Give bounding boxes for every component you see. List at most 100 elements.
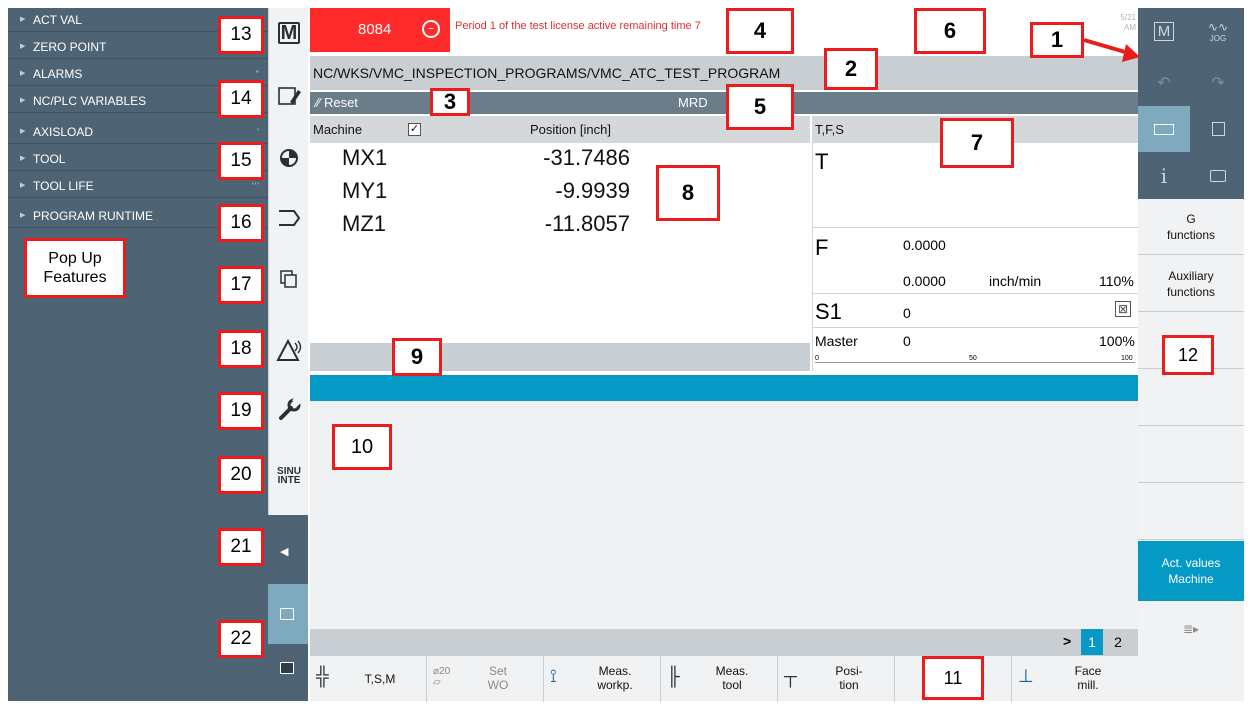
axis-name: MX1 xyxy=(342,145,388,170)
softkey-act-values-machine[interactable]: Act. values Machine xyxy=(1138,541,1244,601)
spindle-label: S1 xyxy=(815,299,842,324)
horizontal-softkeys: ╬ T,S,M ⌀20 ▱ Set WO ⟟ Meas. workp. ╟ Mea… xyxy=(310,655,1138,702)
program-area[interactable] xyxy=(310,401,1138,629)
machine-checkbox[interactable]: ✓ xyxy=(408,123,421,136)
mode-buttons: M ∿∿ JOG ↶ ↷ i xyxy=(1138,8,1244,199)
page-2[interactable]: 2 xyxy=(1107,629,1129,655)
scale-50: 50 xyxy=(969,355,977,362)
softkey-tsm[interactable]: ╬ T,S,M xyxy=(310,656,427,702)
softkey-meas-tool[interactable]: ╟ Meas. tool xyxy=(661,656,778,702)
position-icon: ┬ xyxy=(784,666,797,686)
master-override: 100% xyxy=(1099,333,1135,349)
callout-14: 14 xyxy=(218,80,264,118)
feed-override: 110% xyxy=(1099,273,1134,289)
callout-9: 9 xyxy=(392,338,442,376)
machine-icon[interactable]: M xyxy=(278,22,300,44)
screenshot-icon[interactable] xyxy=(1192,153,1244,199)
triangle-right-icon: ▶ xyxy=(20,212,26,219)
callout-3: 3 xyxy=(430,88,470,116)
window-icon xyxy=(280,608,294,620)
spindle-value: 0 xyxy=(903,305,911,321)
selected-window-button[interactable] xyxy=(268,584,308,644)
master-value: 0 xyxy=(903,333,911,349)
alarm-number: 8084 xyxy=(358,21,392,38)
feed-unit: inch/min xyxy=(989,273,1042,289)
callout-2: 2 xyxy=(824,48,878,90)
softkey-empty[interactable] xyxy=(1138,370,1244,426)
axis-name: MZ1 xyxy=(342,211,386,236)
callout-6: 6 xyxy=(914,8,986,54)
callout-5: 5 xyxy=(726,84,794,130)
axis-value: -9.9939 xyxy=(555,178,630,203)
alarm-box[interactable]: 8084 − xyxy=(310,8,450,52)
tfs-panel: T F 0.0000 0.0000 inch/min 110% S1 0 ⊠ M… xyxy=(812,143,1139,371)
measure-workpiece-icon: ⟟ xyxy=(550,666,557,686)
position-title: Position [inch] xyxy=(530,122,611,137)
measure-tool-icon: ╟ xyxy=(667,666,680,686)
callout-13: 13 xyxy=(218,16,264,54)
callout-popup-features: Pop Up Features xyxy=(24,238,126,298)
callout-10: 10 xyxy=(332,424,392,470)
sinumerik-icon[interactable]: SINU INTE xyxy=(273,460,305,492)
callout-11: 11 xyxy=(922,656,984,700)
softkey-face-mill[interactable]: ⊥ Face mill. xyxy=(1012,656,1138,702)
callout-7: 7 xyxy=(940,118,1014,168)
softkey-g-functions[interactable]: G functions xyxy=(1138,199,1244,255)
info-icon[interactable]: i xyxy=(1138,153,1190,199)
softkey-empty[interactable] xyxy=(1138,427,1244,483)
callout-21: 21 xyxy=(218,528,264,566)
axis-row: MZ1 -11.8057 xyxy=(310,211,810,244)
softkey-position[interactable]: ┬ Posi- tion xyxy=(778,656,895,702)
program-edit-icon[interactable] xyxy=(273,80,305,112)
reset-status: ⁄⁄ Reset xyxy=(316,95,358,110)
callout-16: 16 xyxy=(218,204,264,242)
program-icon[interactable] xyxy=(273,202,305,234)
calculator-icon[interactable] xyxy=(1192,106,1244,152)
page-1[interactable]: 1 xyxy=(1081,629,1103,655)
tool-label: T xyxy=(815,149,829,174)
scale-100: 100 xyxy=(1121,355,1133,362)
feed-actual: 0.0000 xyxy=(903,273,946,289)
page-next-arrow[interactable]: > xyxy=(1063,633,1071,649)
triangle-right-icon: ▶ xyxy=(20,128,26,135)
set-wo-icon: ⌀20 ▱ xyxy=(433,666,451,688)
axis-row: MY1 -9.9939 xyxy=(310,178,810,211)
scale-0: 0 xyxy=(815,355,819,362)
alarm-circle-icon: − xyxy=(422,20,440,38)
keyboard-icon[interactable] xyxy=(1138,106,1190,152)
program-highlight-bar xyxy=(310,375,1138,401)
callout-20: 20 xyxy=(218,456,264,494)
more-softkeys-icon[interactable]: ≣▸ xyxy=(1138,601,1244,657)
collapse-arrow-icon[interactable]: ◀ xyxy=(280,545,288,558)
page-bar: > 1 2 xyxy=(310,629,1138,655)
callout-22: 22 xyxy=(218,620,264,658)
diagnostics-icon[interactable] xyxy=(273,334,305,366)
vertical-softkeys: G functions Auxiliary functions Act. val… xyxy=(1138,199,1244,701)
callout-arrow xyxy=(1083,38,1140,62)
offset-icon[interactable] xyxy=(273,142,305,174)
jog-mode-icon[interactable]: ∿∿ JOG xyxy=(1192,8,1244,54)
softkey-meas-workp[interactable]: ⟟ Meas. workp. xyxy=(544,656,661,702)
setup-icon[interactable] xyxy=(273,393,305,425)
machine-label: Machine xyxy=(313,122,363,137)
triangle-right-icon: ▶ xyxy=(20,16,26,23)
face-mill-icon: ⊥ xyxy=(1018,666,1034,686)
callout-15: 15 xyxy=(218,142,264,180)
popup-item-axisload[interactable]: ▶ AXISLOAD ' xyxy=(8,120,270,144)
softkey-set-wo[interactable]: ⌀20 ▱ Set WO xyxy=(427,656,544,702)
redo-icon[interactable]: ↷ xyxy=(1192,60,1244,106)
machine-mode-icon[interactable]: M xyxy=(1138,8,1190,54)
softkey-empty[interactable] xyxy=(1138,484,1244,540)
program-manager-icon[interactable] xyxy=(273,263,305,295)
softkey-auxiliary-functions[interactable]: Auxiliary functions xyxy=(1138,256,1244,312)
window-icon[interactable] xyxy=(280,662,294,674)
feed-value: 0.0000 xyxy=(903,237,946,253)
callout-1: 1 xyxy=(1030,22,1084,58)
tool-spindle-icon: ╬ xyxy=(316,666,329,686)
license-message: Period 1 of the test license active rema… xyxy=(455,20,701,32)
master-label: Master xyxy=(815,333,858,349)
mrd-status: MRD xyxy=(678,95,708,110)
position-footer xyxy=(310,343,810,371)
callout-18: 18 xyxy=(218,330,264,368)
undo-icon[interactable]: ↶ xyxy=(1138,60,1190,106)
